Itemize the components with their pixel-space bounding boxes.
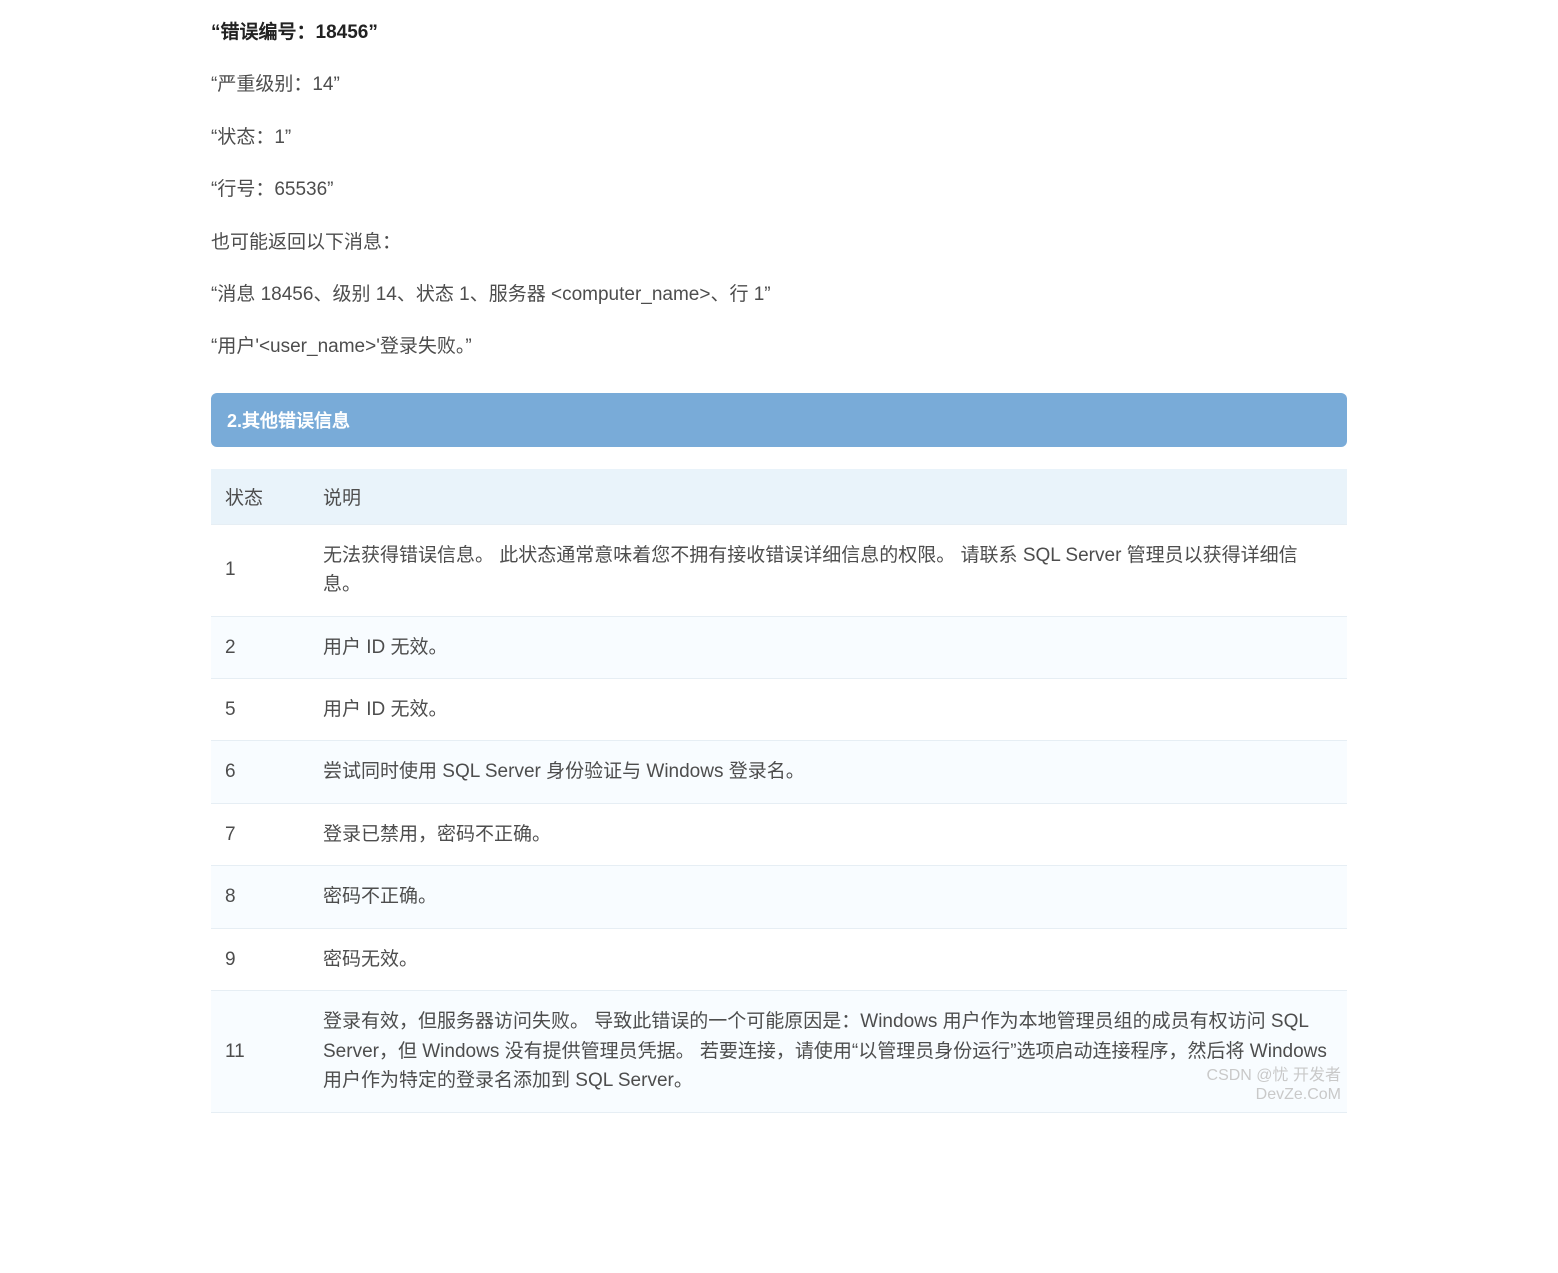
table-cell-state: 1 bbox=[211, 524, 309, 616]
table-row: 1 无法获得错误信息。 此状态通常意味着您不拥有接收错误详细信息的权限。 请联系… bbox=[211, 524, 1347, 616]
error-state-table: 状态 说明 1 无法获得错误信息。 此状态通常意味着您不拥有接收错误详细信息的权… bbox=[211, 469, 1347, 1113]
table-cell-state: 6 bbox=[211, 741, 309, 803]
also-label-line: 也可能返回以下消息： bbox=[211, 228, 1347, 258]
table-header-state: 状态 bbox=[211, 469, 309, 525]
content-area: “错误编号：18456” “严重级别：14” “状态：1” “行号：65536”… bbox=[209, 18, 1349, 1113]
state-line: “状态：1” bbox=[211, 123, 1347, 153]
table-cell-desc: 密码无效。 bbox=[309, 928, 1347, 990]
table-cell-desc: 用户 ID 无效。 bbox=[309, 679, 1347, 741]
table-cell-desc: 登录已禁用，密码不正确。 bbox=[309, 803, 1347, 865]
table-row: 2 用户 ID 无效。 bbox=[211, 616, 1347, 678]
page-container: “错误编号：18456” “严重级别：14” “状态：1” “行号：65536”… bbox=[209, 18, 1349, 1113]
error-number-line: “错误编号：18456” bbox=[211, 18, 1347, 48]
table-cell-state: 2 bbox=[211, 616, 309, 678]
table-cell-state: 5 bbox=[211, 679, 309, 741]
table-row: 5 用户 ID 无效。 bbox=[211, 679, 1347, 741]
table-row: 9 密码无效。 bbox=[211, 928, 1347, 990]
table-cell-state: 11 bbox=[211, 991, 309, 1112]
table-cell-state: 7 bbox=[211, 803, 309, 865]
table-cell-desc: 无法获得错误信息。 此状态通常意味着您不拥有接收错误详细信息的权限。 请联系 S… bbox=[309, 524, 1347, 616]
message-1-line: “消息 18456、级别 14、状态 1、服务器 <computer_name>… bbox=[211, 280, 1347, 310]
table-row: 7 登录已禁用，密码不正确。 bbox=[211, 803, 1347, 865]
table-row: 8 密码不正确。 bbox=[211, 866, 1347, 928]
table-cell-desc: 密码不正确。 bbox=[309, 866, 1347, 928]
table-row: 11 登录有效，但服务器访问失败。 导致此错误的一个可能原因是：Windows … bbox=[211, 991, 1347, 1112]
table-row: 6 尝试同时使用 SQL Server 身份验证与 Windows 登录名。 bbox=[211, 741, 1347, 803]
table-header-desc: 说明 bbox=[309, 469, 1347, 525]
table-cell-state: 9 bbox=[211, 928, 309, 990]
table-cell-desc: 登录有效，但服务器访问失败。 导致此错误的一个可能原因是：Windows 用户作… bbox=[309, 991, 1347, 1112]
table-cell-desc: 尝试同时使用 SQL Server 身份验证与 Windows 登录名。 bbox=[309, 741, 1347, 803]
severity-line: “严重级别：14” bbox=[211, 70, 1347, 100]
table-cell-state: 8 bbox=[211, 866, 309, 928]
table-cell-desc: 用户 ID 无效。 bbox=[309, 616, 1347, 678]
message-2-line: “用户'<user_name>'登录失败。” bbox=[211, 332, 1347, 362]
row-line: “行号：65536” bbox=[211, 175, 1347, 205]
section-2-header: 2.其他错误信息 bbox=[211, 393, 1347, 447]
table-header-row: 状态 说明 bbox=[211, 469, 1347, 525]
